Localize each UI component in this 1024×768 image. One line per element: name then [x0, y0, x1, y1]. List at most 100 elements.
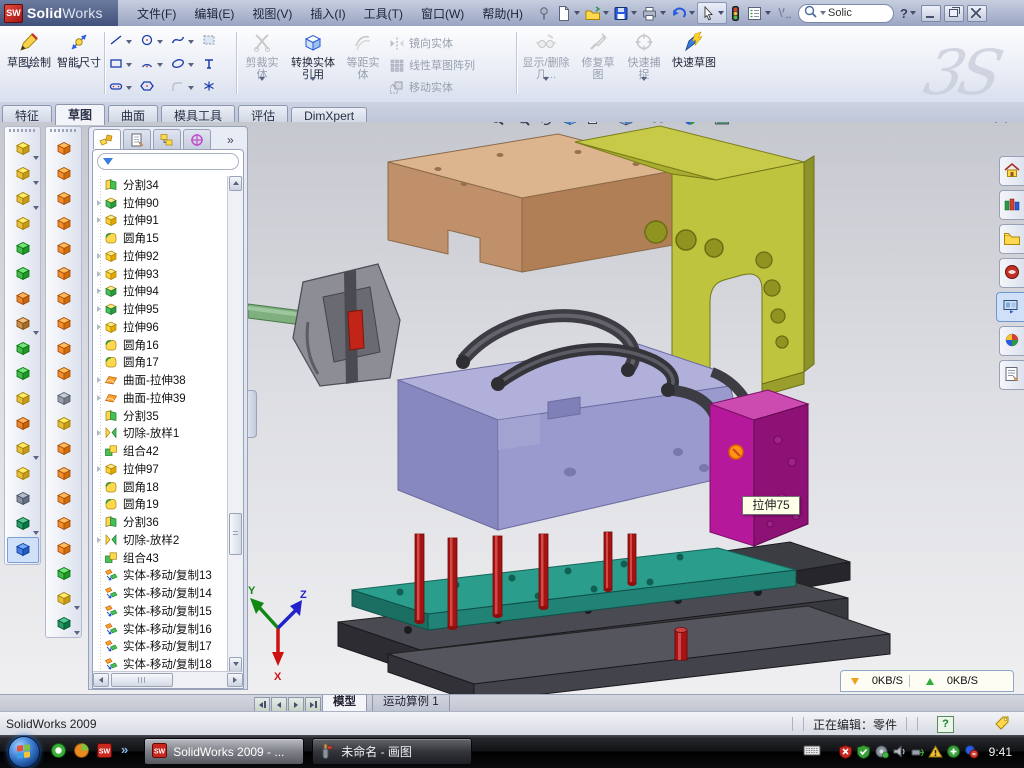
rectangle-tool-button[interactable] [108, 53, 139, 76]
split-tool-button[interactable] [8, 362, 38, 386]
tray-volume-icon[interactable] [892, 744, 907, 759]
next-tab-button[interactable] [288, 697, 304, 712]
selection-filter-button[interactable] [773, 3, 794, 23]
model-extrude75-block[interactable] [710, 390, 808, 546]
appearances-tab[interactable] [999, 326, 1024, 356]
edit-appearance-button[interactable] [681, 122, 707, 130]
select-box-tool-button[interactable] [201, 30, 232, 53]
point-tool-button[interactable] [201, 76, 232, 99]
panel-tabs-overflow[interactable]: » [227, 133, 234, 149]
feature-tree-item[interactable]: 组合43 [93, 549, 228, 567]
rebuild-traffic-light-button[interactable] [727, 3, 744, 23]
bottom-tab-运动算例 1[interactable]: 运动算例 1 [372, 695, 450, 712]
feature-tree-item[interactable]: 分割36 [93, 513, 228, 531]
thicken-tool-button[interactable] [49, 337, 79, 361]
fillet-tool-button[interactable] [8, 187, 38, 211]
lofted-surface-tool-button[interactable] [49, 212, 79, 236]
scroll-up-button[interactable] [229, 176, 242, 191]
custom-properties-tab[interactable] [999, 360, 1024, 390]
doc-restore-button[interactable] [963, 122, 985, 125]
feature-tree-item[interactable]: 圆角16 [93, 336, 228, 354]
open-button[interactable] [582, 3, 611, 23]
combine-tool-button[interactable] [8, 337, 38, 361]
design-library-tab[interactable] [999, 190, 1024, 220]
move-entities-button[interactable]: 移动实体 [388, 76, 514, 98]
tray-windows-update-icon[interactable] [874, 744, 889, 759]
feature-tree-item[interactable]: 切除-放样1 [93, 425, 228, 443]
quick-launch-media[interactable] [73, 742, 90, 762]
ruled-surface-tool-button[interactable] [49, 362, 79, 386]
previous-view-button[interactable] [537, 122, 555, 130]
help-button[interactable]: ? [898, 3, 918, 23]
extruded-cut-tool-button[interactable] [8, 162, 38, 186]
feature-tree-item[interactable]: 圆角18 [93, 478, 228, 496]
feature-tree-item[interactable]: 实体-移动/复制18 [93, 655, 228, 672]
reference-geometry-tool-button[interactable] [8, 437, 38, 461]
menu-插入I[interactable]: 插入(I) [301, 1, 354, 26]
tree-horizontal-scrollbar[interactable] [93, 671, 243, 688]
select-button[interactable] [697, 2, 727, 24]
model-sprue-clamp[interactable] [248, 264, 400, 386]
feature-tree-item[interactable]: 实体-移动/复制16 [93, 620, 228, 638]
first-tab-button[interactable] [254, 697, 270, 712]
propertymanager-tab[interactable] [123, 129, 151, 149]
repair-sketch-button[interactable]: 修复草图 [576, 29, 620, 97]
doc-close-button[interactable] [990, 122, 1012, 125]
undo-button[interactable] [668, 3, 697, 23]
options-button[interactable] [744, 3, 773, 23]
quick-launch-messenger[interactable] [50, 742, 67, 762]
search-input[interactable]: Solic [798, 4, 894, 23]
wrap-tool-button[interactable] [8, 287, 38, 311]
scroll-down-button[interactable] [229, 657, 242, 672]
feature-tree-item[interactable]: 组合42 [93, 442, 228, 460]
quick-launch-solidworks[interactable]: SW [96, 742, 113, 762]
pin-icon[interactable] [534, 3, 554, 23]
dimxpertmanager-tab[interactable] [183, 129, 211, 149]
slot-tool-button[interactable] [108, 76, 139, 99]
tree-filter-input[interactable] [97, 153, 239, 170]
rapid-sketch-button[interactable]: 快速草图 [670, 29, 718, 97]
feature-tree-item[interactable]: 曲面-拉伸38 [93, 371, 228, 389]
planar-surface-tool-button[interactable] [49, 287, 79, 311]
last-tab-button[interactable] [305, 697, 321, 712]
display-style-button[interactable] [617, 122, 643, 130]
axis-tool-button[interactable] [8, 487, 38, 511]
move-copy-tool-button[interactable] [8, 412, 38, 436]
hide-show-items-button[interactable] [649, 122, 675, 130]
ellipse-tool-button[interactable] [170, 53, 201, 76]
replace-face-tool-button[interactable] [49, 412, 79, 436]
minimize-button[interactable] [921, 5, 941, 22]
circle-tool-button[interactable] [139, 30, 170, 53]
tags-icon[interactable] [994, 715, 1010, 733]
offset-entities-button[interactable]: 等距实体 [342, 29, 384, 97]
trim-entities-button[interactable]: 剪裁实体 [240, 29, 284, 97]
instant3d-tool-button[interactable] [7, 537, 39, 563]
text-tool-button[interactable] [201, 53, 232, 76]
offset-surface-tool-button[interactable] [49, 312, 79, 336]
menu-帮助H[interactable]: 帮助(H) [473, 1, 532, 26]
reference-geometry-tool-button[interactable] [49, 587, 79, 611]
prev-tab-button[interactable] [271, 697, 287, 712]
boundary-boss-tool-button[interactable] [8, 262, 38, 286]
fillet-surface-tool-button[interactable] [49, 537, 79, 561]
line-tool-button[interactable] [108, 30, 139, 53]
quick-tips-button[interactable]: ? [937, 716, 954, 733]
configurationmanager-tab[interactable] [153, 129, 181, 149]
feature-tree-item[interactable]: 拉伸91 [93, 212, 228, 230]
feature-tree-item[interactable]: 拉伸97 [93, 460, 228, 478]
quick-launch-overflow[interactable]: » [121, 742, 128, 757]
feature-tree-item[interactable]: 切除-放样2 [93, 531, 228, 549]
feature-tree-item[interactable]: 实体-移动/复制15 [93, 602, 228, 620]
taskbar-window-solidworks[interactable]: SWSolidWorks 2009 - ... [144, 738, 304, 765]
feature-tree-item[interactable]: 拉伸92 [93, 247, 228, 265]
tray-maintenance-warning-icon[interactable] [928, 744, 943, 759]
revolved-surface-tool-button[interactable] [49, 162, 79, 186]
smart-dimension-button[interactable]: 智能尺寸 [56, 29, 102, 97]
tray-hardware-remove-icon[interactable] [910, 744, 925, 759]
intersect-tool-button[interactable] [8, 387, 38, 411]
feature-tree-item[interactable]: 分割35 [93, 407, 228, 425]
feature-tree-item[interactable]: 拉伸94 [93, 283, 228, 301]
panel-splitter[interactable] [248, 390, 257, 438]
sketch-button[interactable]: 草图绘制 [6, 29, 52, 97]
curve-tool-button[interactable] [8, 512, 38, 536]
